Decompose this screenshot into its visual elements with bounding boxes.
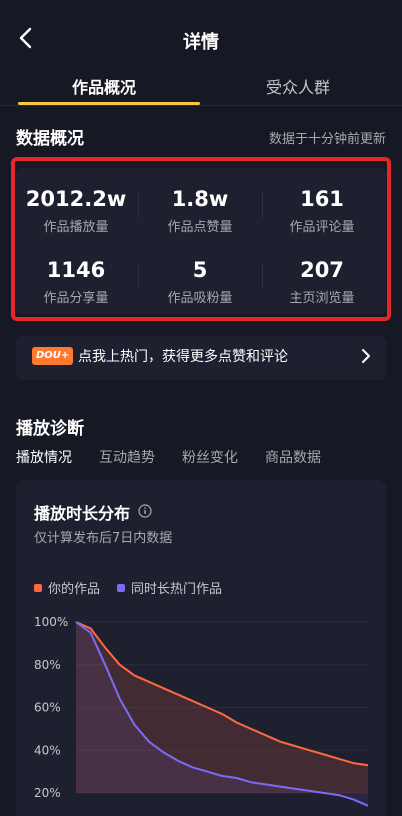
diagnosis-title: 播放诊断 xyxy=(16,419,84,439)
highlight-box xyxy=(11,157,391,321)
y-tick-label: 40% xyxy=(34,743,61,757)
update-note: 数据于十分钟前更新 xyxy=(268,132,386,147)
y-tick-label: 80% xyxy=(34,658,61,672)
subtab-fans[interactable]: 粉丝变化 xyxy=(182,447,238,467)
retention-line-chart: 100% 80% 60% 40% 20% xyxy=(34,615,369,807)
subtab-products[interactable]: 商品数据 xyxy=(265,447,321,467)
chevron-right-icon xyxy=(362,349,370,363)
dou-plus-promo[interactable]: DOU+ 点我上热门，获得更多点赞和评论 xyxy=(16,336,386,380)
dou-plus-badge: DOU+ xyxy=(32,347,74,365)
tab-overview[interactable]: 作品概况 xyxy=(72,74,136,98)
page-title: 详情 xyxy=(183,32,219,53)
y-tick-label: 20% xyxy=(34,786,61,800)
tab-audience[interactable]: 受众人群 xyxy=(266,74,330,98)
header: 详情 xyxy=(0,0,402,78)
y-tick-label: 60% xyxy=(34,701,61,715)
overview-title: 数据概况 xyxy=(16,129,84,149)
active-tab-indicator xyxy=(18,102,200,105)
subtab-playback[interactable]: 播放情况 xyxy=(16,447,72,467)
playback-duration-card: 播放时长分布 仅计算发布后7日内数据 你的作品 同时长热门作品 100% 80% 6… xyxy=(16,480,386,816)
promo-text: 点我上热门，获得更多点赞和评论 xyxy=(78,349,288,365)
tab-bar: 作品概况 受众人群 xyxy=(0,70,402,106)
subtab-interaction[interactable]: 互动趋势 xyxy=(99,447,155,467)
y-tick-label: 100% xyxy=(34,615,68,629)
